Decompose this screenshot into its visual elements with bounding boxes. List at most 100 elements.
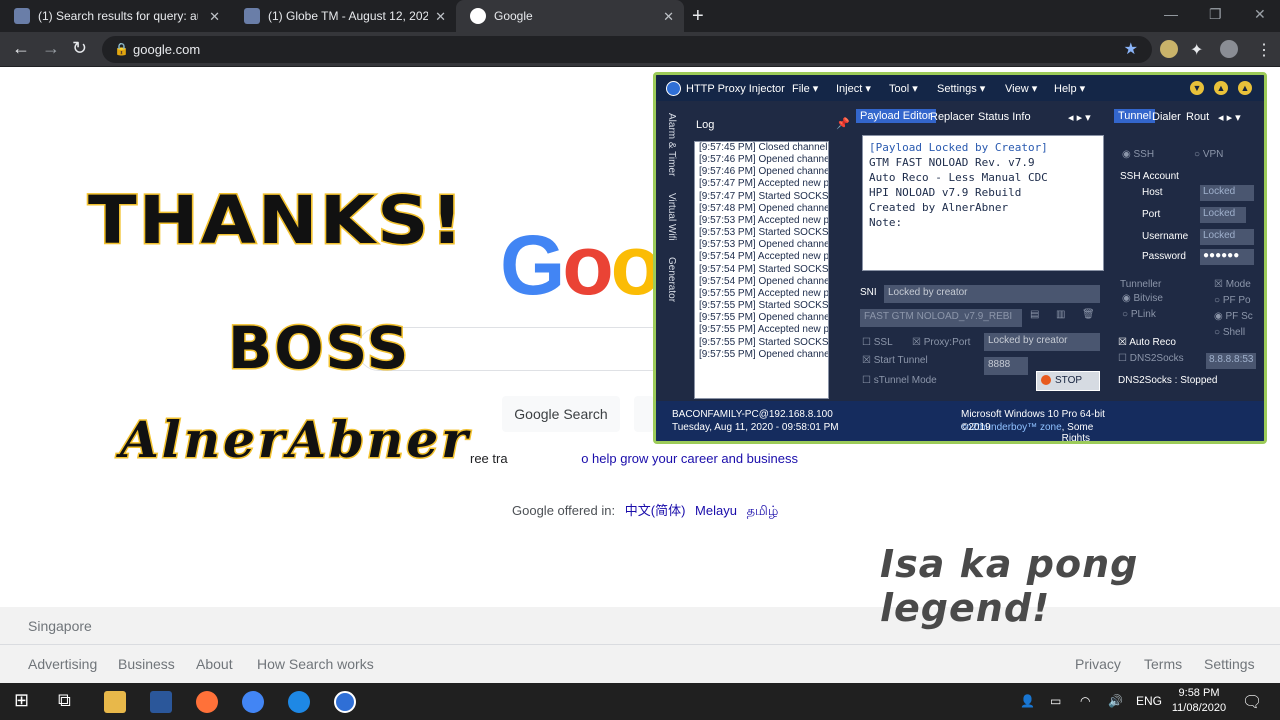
footer-link-privacy[interactable]: Privacy — [1075, 656, 1121, 672]
firefox-icon[interactable] — [196, 691, 218, 713]
minimize-arrow-icon[interactable]: ▼ — [1190, 81, 1204, 95]
chrome-icon[interactable] — [242, 691, 264, 713]
footer-link-business[interactable]: Business — [118, 656, 175, 672]
stop-button[interactable]: STOP — [1036, 371, 1100, 391]
start-tunnel-checkbox[interactable]: ☒ Start Tunnel — [862, 355, 928, 366]
tab-tunnel[interactable]: Tunnel — [1114, 109, 1156, 123]
log-panel: Log 📌 [9:57:45 PM] Closed channel [9:57:… — [692, 109, 850, 399]
language-indicator[interactable]: ENG — [1136, 694, 1162, 708]
volume-icon[interactable]: 🔊 — [1108, 694, 1123, 708]
tab-search-results[interactable]: (1) Search results for query: augu ✕ — [0, 0, 230, 32]
file-explorer-icon[interactable] — [104, 691, 126, 713]
port-field[interactable]: 8888 — [984, 357, 1028, 375]
minimize-icon[interactable]: — — [1164, 6, 1178, 22]
close-tab-icon[interactable]: ✕ — [663, 9, 674, 25]
save-icon[interactable]: ▤ — [1030, 309, 1039, 320]
menu-view[interactable]: View ▾ — [1005, 82, 1037, 95]
notifications-icon[interactable]: 🗨 — [1242, 692, 1262, 712]
wifi-icon[interactable]: ◠ — [1080, 694, 1090, 708]
puzzle-icon[interactable]: ✦ — [1190, 40, 1203, 60]
tab-globe-tm[interactable]: (1) Globe TM - August 12, 2020 F ✕ — [230, 0, 456, 32]
log-list[interactable]: [9:57:45 PM] Closed channel [9:57:46 PM]… — [694, 141, 829, 399]
payload-editor[interactable]: [Payload Locked by Creator] GTM FAST NOL… — [862, 135, 1104, 271]
trash-icon[interactable]: 🗑 — [1082, 309, 1095, 320]
tab-payload-editor[interactable]: Payload Editor — [856, 109, 936, 123]
extension-icon[interactable] — [1160, 40, 1178, 58]
vpn-radio-label: VPN — [1202, 149, 1224, 160]
host-field[interactable]: Locked — [1200, 185, 1254, 201]
footer-link-how-search-works[interactable]: How Search works — [257, 656, 374, 672]
address-bar[interactable]: 🔒 google.com ★ — [102, 36, 1152, 63]
proxy-port-checkbox[interactable]: ☒ Proxy:Port — [912, 337, 970, 348]
hpi-app-icon[interactable] — [334, 691, 356, 713]
sni-field[interactable]: Locked by creator — [884, 285, 1100, 303]
password-field[interactable]: ●●●●●● — [1200, 249, 1254, 265]
bitvise-radio[interactable]: ◉ Bitvise — [1122, 293, 1163, 304]
ssl-checkbox[interactable]: ☐ SSL — [862, 337, 893, 348]
maximize-icon[interactable]: ❐ — [1209, 6, 1222, 23]
tab-rout[interactable]: Rout — [1186, 111, 1209, 123]
vpn-radio[interactable]: ○ VPN — [1194, 149, 1223, 160]
tab-alarm-timer[interactable]: Alarm & Timer — [666, 113, 677, 176]
tab-dialer[interactable]: Dialer — [1152, 111, 1181, 123]
menu-inject[interactable]: Inject ▾ — [836, 82, 871, 95]
lucky-button[interactable] — [634, 396, 654, 432]
pf-po-radio[interactable]: ○ PF Po — [1214, 295, 1251, 306]
tab-scroll-icon[interactable]: ◂ ▸ ▾ — [1218, 111, 1241, 124]
close-tab-icon[interactable]: ✕ — [435, 9, 446, 25]
ssh-port-field[interactable]: Locked — [1200, 207, 1246, 223]
new-tab-button[interactable]: + — [692, 5, 704, 28]
footer-link-about[interactable]: About — [196, 656, 233, 672]
config-select[interactable]: FAST GTM NOLOAD_v7.9_REBI — [860, 309, 1022, 327]
system-clock[interactable]: 9:58 PM 11/08/2020 — [1168, 686, 1230, 716]
promo-link[interactable]: o help grow your career and business — [581, 451, 798, 466]
shell-radio[interactable]: ○ Shell — [1214, 327, 1245, 338]
maximize-arrow-icon[interactable]: ▲ — [1238, 81, 1252, 95]
dns-field[interactable]: 8.8.8.8:53 — [1206, 353, 1256, 369]
footer-link-settings[interactable]: Settings — [1204, 656, 1255, 672]
tab-generator[interactable]: Generator — [666, 257, 677, 302]
battery-icon[interactable]: ▭ — [1050, 694, 1061, 708]
ssh-radio[interactable]: ◉ SSH — [1122, 149, 1154, 160]
dns2socks-checkbox[interactable]: ☐ DNS2Socks — [1118, 353, 1184, 364]
tab-scroll-icon[interactable]: ◂ ▸ ▾ — [1068, 111, 1091, 124]
task-view-icon[interactable]: ⧉ — [58, 690, 71, 711]
language-link[interactable]: தமிழ் — [747, 503, 779, 518]
star-icon[interactable]: ★ — [1124, 39, 1138, 59]
db-icon[interactable]: ▥ — [1056, 309, 1065, 320]
menu-settings[interactable]: Settings ▾ — [937, 82, 985, 95]
browser-icon[interactable] — [288, 691, 310, 713]
forward-arrow-icon[interactable]: → — [42, 38, 60, 59]
plink-radio[interactable]: ○ PLink — [1122, 309, 1156, 320]
close-tab-icon[interactable]: ✕ — [209, 9, 220, 25]
person-icon[interactable]: 👤 — [1020, 694, 1035, 708]
windows-start-icon[interactable]: ⊞ — [14, 690, 29, 711]
auto-reco-checkbox[interactable]: ☒ Auto Reco — [1118, 337, 1176, 348]
google-search-button[interactable]: Google Search — [502, 396, 620, 432]
tab-title: (1) Search results for query: augu — [38, 9, 198, 23]
language-link[interactable]: 中文(简体) — [625, 503, 686, 518]
language-link[interactable]: Melayu — [695, 503, 737, 518]
reload-icon[interactable]: ↻ — [72, 38, 87, 59]
back-arrow-icon[interactable]: ← — [12, 38, 30, 59]
menu-file[interactable]: File ▾ — [792, 82, 818, 95]
pf-sc-radio[interactable]: ◉ PF Sc — [1214, 311, 1253, 322]
close-window-icon[interactable]: ✕ — [1254, 6, 1266, 23]
restore-arrow-icon[interactable]: ▲ — [1214, 81, 1228, 95]
tab-virtual-wifi[interactable]: Virtual Wifi — [666, 193, 677, 241]
mode-checkbox[interactable]: ☒ Mode — [1214, 279, 1251, 290]
pin-icon[interactable]: 📌 — [836, 117, 850, 135]
footer-link-terms[interactable]: Terms — [1144, 656, 1182, 672]
footer-link-advertising[interactable]: Advertising — [28, 656, 97, 672]
tab-status-info[interactable]: Status Info — [978, 111, 1031, 123]
menu-tool[interactable]: Tool ▾ — [889, 82, 918, 95]
stunnel-checkbox[interactable]: ☐ sTunnel Mode — [862, 375, 937, 386]
word-icon[interactable] — [150, 691, 172, 713]
menu-help[interactable]: Help ▾ — [1054, 82, 1085, 95]
avatar[interactable] — [1220, 40, 1238, 58]
tab-replacer[interactable]: Replacer — [930, 111, 974, 123]
tab-google[interactable]: Google ✕ — [456, 0, 684, 32]
username-field[interactable]: Locked — [1200, 229, 1254, 245]
proxy-field[interactable]: Locked by creator — [984, 333, 1100, 351]
kebab-menu-icon[interactable]: ⋮ — [1256, 40, 1272, 60]
